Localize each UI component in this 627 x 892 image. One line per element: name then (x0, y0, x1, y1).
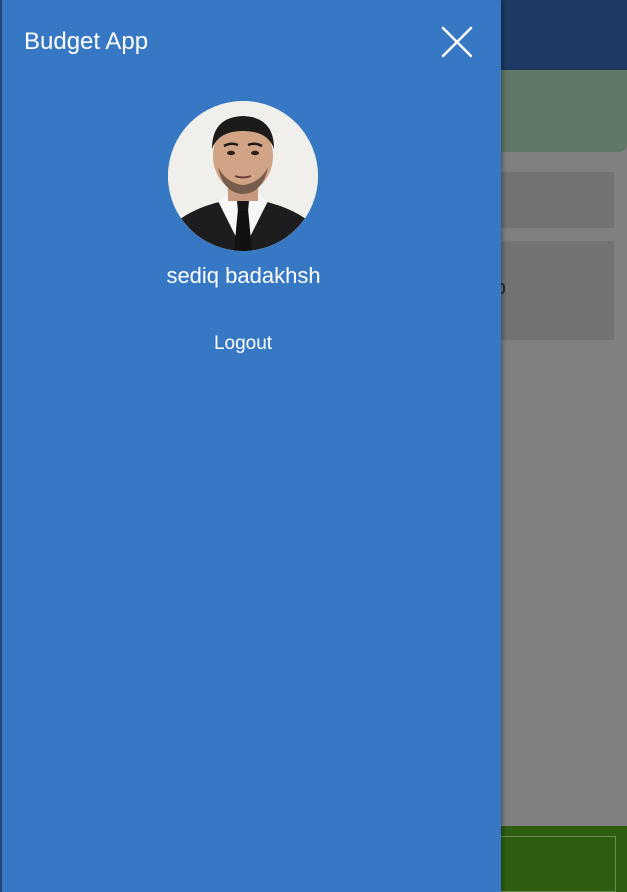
drawer-title: Budget App (24, 28, 149, 55)
close-icon (441, 26, 473, 58)
logout-link[interactable]: Logout (193, 332, 293, 356)
summary-card (480, 70, 627, 152)
user-photo (168, 101, 318, 251)
user-name: sediq badakhsh (166, 263, 321, 288)
avatar (168, 101, 318, 251)
close-button[interactable] (439, 24, 475, 60)
navigation-drawer: Budget App sediq badakhsh Logout (0, 0, 501, 892)
